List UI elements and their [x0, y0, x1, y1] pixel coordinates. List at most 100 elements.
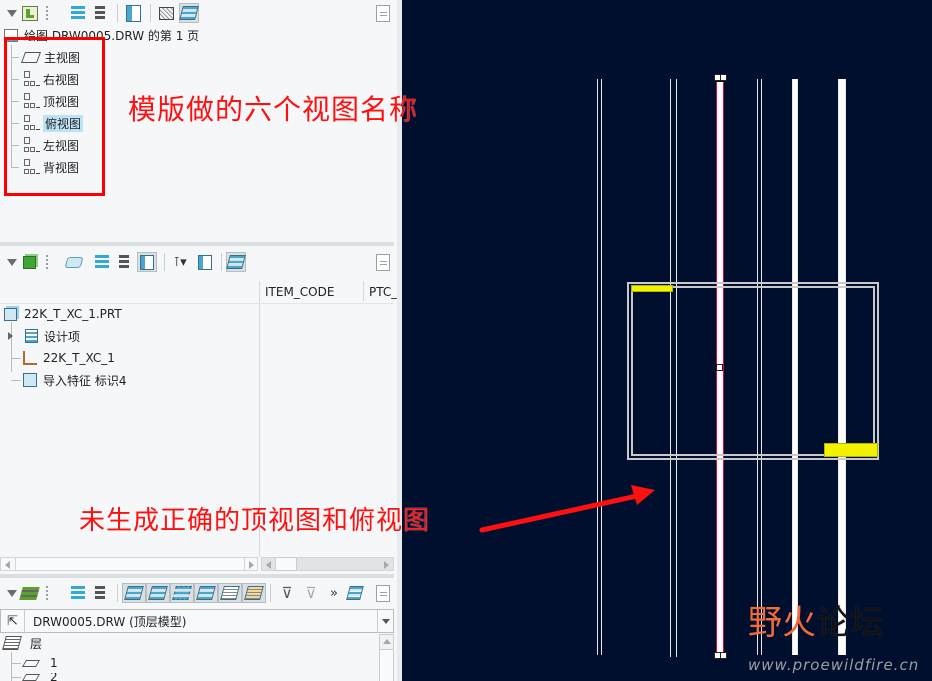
active-model-value: DRW0005.DRW (顶层模型) — [33, 614, 187, 629]
more-handle[interactable] — [37, 252, 57, 272]
layer-item-label: 1 — [50, 656, 58, 670]
toolbar-separator — [117, 584, 118, 602]
collapse-all-button[interactable] — [114, 252, 134, 272]
design-items-icon — [25, 329, 38, 343]
model-tree-root[interactable]: 22K_T_XC_1.PRT — [4, 304, 122, 324]
tree-settings-icon — [198, 254, 212, 270]
scroll-right-icon[interactable] — [249, 561, 254, 569]
document-settings-icon — [376, 584, 390, 602]
annotation-arrow — [479, 485, 655, 533]
expand-all-button[interactable] — [66, 3, 86, 23]
collapse-list-icon — [119, 255, 129, 269]
panel-splitter[interactable] — [0, 574, 394, 578]
layer-tree-root[interactable]: 层 — [2, 633, 43, 653]
layer-item[interactable]: 1 — [11, 653, 58, 673]
toolbar-separator — [164, 253, 165, 271]
hatch-frame-icon — [158, 6, 174, 20]
watermark-text-2: 论坛 — [816, 603, 884, 643]
active-model-select[interactable]: ⇱ DRW0005.DRW (顶层模型) — [0, 609, 394, 633]
scroll-thumb[interactable] — [379, 649, 394, 681]
column-header-ptc[interactable]: PTC_ — [369, 285, 397, 299]
arrow-head — [631, 485, 655, 505]
scroll-thumb[interactable] — [275, 557, 297, 571]
layers-icon — [226, 255, 246, 269]
layers-toggle-button[interactable] — [226, 252, 246, 272]
expand-list-icon — [70, 6, 85, 20]
scroll-thumb[interactable] — [15, 557, 245, 571]
layers-toggle-button[interactable] — [179, 3, 199, 23]
layer-toolbar: ⊽ ⊽ » — [0, 580, 396, 606]
model-tree-item-import[interactable]: 导入特征 标识4 — [11, 370, 126, 390]
model-tree-item-label: 设计项 — [44, 329, 81, 344]
chevron-down-icon — [381, 618, 390, 624]
tree-hscrollbar[interactable] — [0, 557, 258, 571]
drawing-canvas[interactable]: 野火论坛 www.proewildfire.cn — [402, 0, 932, 681]
layer-icon — [21, 673, 41, 681]
panel-splitter[interactable] — [0, 242, 394, 246]
expand-all-button[interactable] — [66, 583, 86, 603]
model-tree-toolbar: ⊺▾ — [0, 249, 396, 275]
layer-select-button[interactable] — [170, 583, 194, 603]
more-handle[interactable] — [37, 3, 57, 23]
tree-columns-button[interactable] — [123, 3, 143, 23]
collapse-all-button[interactable] — [90, 583, 110, 603]
tree-filter-button[interactable]: ⊺▾ — [170, 252, 190, 272]
more-tools-button[interactable]: » — [324, 583, 344, 603]
expand-list-icon — [70, 586, 85, 600]
layer-settings-icon — [346, 586, 364, 600]
scroll-right-icon[interactable] — [384, 561, 389, 569]
layer-vscrollbar[interactable] — [379, 634, 394, 681]
watermark-url: www.proewildfire.cn — [748, 656, 920, 674]
layer-item[interactable]: 2 — [11, 673, 58, 681]
expand-arrow-icon[interactable] — [8, 332, 13, 340]
columns-hscrollbar[interactable] — [261, 557, 394, 571]
layer-show-button[interactable] — [122, 583, 146, 603]
model-tree-root-label: 22K_T_XC_1.PRT — [24, 307, 122, 321]
tree-columns-eye-icon — [140, 254, 154, 270]
layer-visibility-icon — [124, 586, 144, 600]
layer-add-icon — [148, 586, 168, 600]
layer-add-item-button[interactable] — [146, 583, 170, 603]
layer-stack-icon — [220, 586, 240, 600]
drawing-sheet-icon — [22, 5, 38, 21]
more-handle[interactable] — [37, 583, 57, 603]
expand-all-button[interactable] — [90, 252, 110, 272]
filter-button[interactable]: ⊽ — [301, 583, 321, 603]
filter-icon: ⊺▾ — [173, 254, 187, 270]
model-tree-item-label: 22K_T_XC_1 — [43, 351, 115, 365]
dropdown-button[interactable] — [377, 610, 393, 632]
filter-clear-button[interactable]: ⊽ — [277, 583, 297, 603]
settings-button[interactable] — [373, 3, 393, 23]
filter-off-icon: ⊽ — [281, 584, 293, 602]
collapse-all-button[interactable] — [90, 3, 110, 23]
layer-tree-root-label: 层 — [30, 636, 43, 651]
scroll-up-icon[interactable] — [383, 639, 391, 644]
settings-button[interactable] — [373, 583, 393, 603]
model-tree-item-design[interactable]: 设计项 — [8, 326, 80, 346]
sheet-frame-button[interactable] — [156, 3, 176, 23]
tree-columns-button[interactable] — [137, 252, 157, 272]
model-tree-item-label: 导入特征 标识4 — [43, 373, 127, 388]
scroll-left-icon[interactable] — [266, 561, 271, 569]
scroll-left-icon[interactable] — [5, 561, 10, 569]
layer-item-label: 2 — [50, 673, 58, 681]
app-window: 绘图 DRW0005.DRW 的第 1 页 主视图 右视图 顶视图 俯视图 左视… — [0, 0, 932, 681]
select-pointer-icon[interactable]: ⇱ — [1, 610, 25, 632]
model-tree-item-csys[interactable]: 22K_T_XC_1 — [11, 348, 115, 368]
show-feature-button[interactable] — [64, 252, 84, 272]
model-tree-button[interactable] — [19, 252, 39, 272]
settings-button[interactable] — [373, 252, 393, 272]
layer-highlight-icon — [244, 586, 264, 600]
layer-properties-icon — [196, 586, 216, 600]
tree-settings-button[interactable] — [195, 252, 215, 272]
annotation-bottom: 未生成正确的顶视图和俯视图 — [79, 500, 430, 537]
layer-properties-button[interactable] — [194, 583, 218, 603]
layer-tree-button[interactable] — [18, 583, 40, 603]
part-icon — [4, 307, 17, 321]
layer-stack-button[interactable] — [218, 583, 242, 603]
layer-settings-button[interactable] — [345, 583, 365, 603]
column-header-item-code[interactable]: ITEM_CODE — [265, 285, 334, 299]
more-chevron-icon: » — [330, 585, 338, 601]
collapse-toggle[interactable] — [2, 3, 22, 23]
layer-highlight-button[interactable] — [242, 583, 266, 603]
